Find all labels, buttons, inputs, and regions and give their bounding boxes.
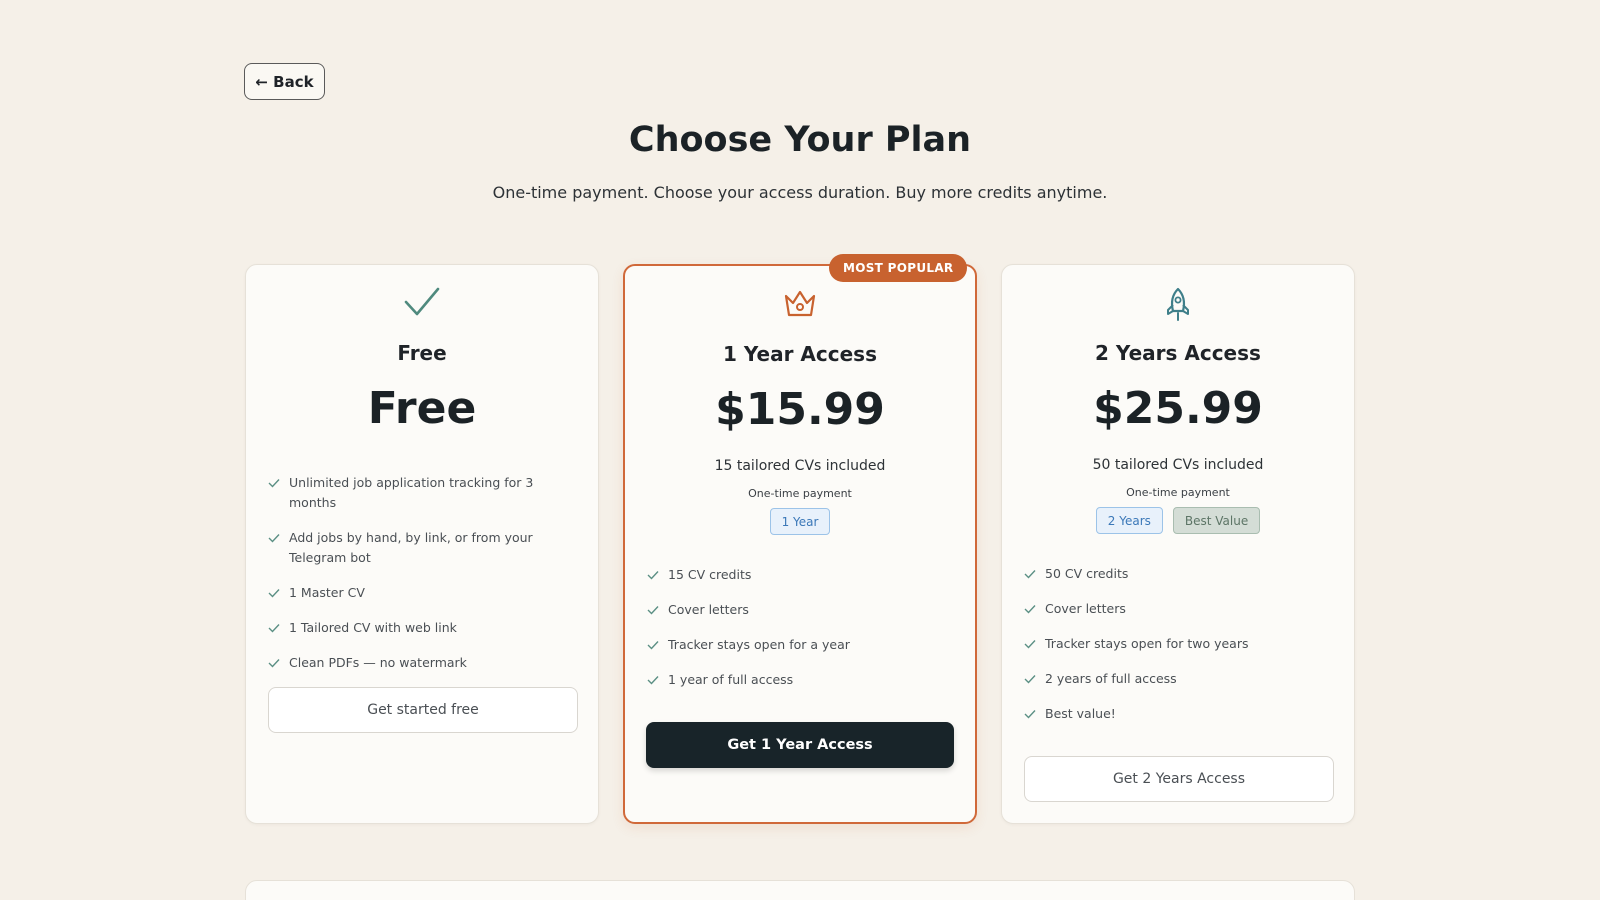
feature-item: Clean PDFs — no watermark xyxy=(268,653,578,673)
feature-item: Best value! xyxy=(1024,704,1334,724)
get-2-years-access-button[interactable]: Get 2 Years Access xyxy=(1024,756,1334,802)
feature-item: 1 year of full access xyxy=(647,670,955,690)
feature-item: 1 Master CV xyxy=(268,583,578,603)
feature-text: Cover letters xyxy=(668,602,749,617)
feature-text: Cover letters xyxy=(1045,601,1126,616)
feature-list: Unlimited job application tracking for 3… xyxy=(268,473,578,688)
feature-text: Add jobs by hand, by link, or from your … xyxy=(289,530,533,565)
check-icon xyxy=(647,565,661,585)
bottom-panel xyxy=(245,880,1355,900)
get-1-year-access-button[interactable]: Get 1 Year Access xyxy=(646,722,954,768)
plan-card-1-year: MOST POPULAR 1 Year Access $15.99 15 tai… xyxy=(623,254,977,824)
crown-icon xyxy=(625,288,975,320)
rocket-icon xyxy=(1002,287,1354,323)
plan-card-free: Free Free Unlimited job application trac… xyxy=(245,264,599,824)
get-started-free-button[interactable]: Get started free xyxy=(268,687,578,733)
feature-text: 1 Tailored CV with web link xyxy=(289,620,457,635)
plan-card-2-years: 2 Years Access $25.99 50 tailored CVs in… xyxy=(1001,264,1355,824)
check-icon xyxy=(268,653,282,673)
check-icon xyxy=(1024,564,1038,584)
check-icon xyxy=(1024,599,1038,619)
plan-tags: 2 Years Best Value xyxy=(1002,507,1354,534)
plan-credits: 15 tailored CVs included xyxy=(714,458,886,474)
feature-item: Unlimited job application tracking for 3… xyxy=(268,473,578,513)
duration-tag: 2 Years xyxy=(1095,507,1163,534)
feature-text: 50 CV credits xyxy=(1045,566,1129,581)
checkmark-icon xyxy=(246,287,598,317)
feature-item: Cover letters xyxy=(647,600,955,620)
feature-item: 1 Tailored CV with web link xyxy=(268,618,578,638)
feature-text: Tracker stays open for two years xyxy=(1045,636,1249,651)
plan-credits: 50 tailored CVs included xyxy=(1092,457,1264,473)
feature-list: 50 CV credits Cover letters Tracker stay… xyxy=(1024,564,1334,739)
plan-name: 1 Year Access xyxy=(723,342,877,366)
check-icon xyxy=(1024,704,1038,724)
feature-list: 15 CV credits Cover letters Tracker stay… xyxy=(647,565,955,705)
page-subtitle: One-time payment. Choose your access dur… xyxy=(492,183,1108,202)
check-icon xyxy=(647,600,661,620)
check-icon xyxy=(268,473,282,493)
feature-item: 50 CV credits xyxy=(1024,564,1334,584)
feature-text: 1 year of full access xyxy=(668,672,794,687)
most-popular-badge: MOST POPULAR xyxy=(829,254,968,282)
feature-item: 15 CV credits xyxy=(647,565,955,585)
plan-price: Free xyxy=(367,383,477,434)
check-icon xyxy=(268,618,282,638)
check-icon xyxy=(647,635,661,655)
plan-price: $15.99 xyxy=(715,384,885,435)
feature-text: Unlimited job application tracking for 3… xyxy=(289,475,534,510)
check-icon xyxy=(1024,669,1038,689)
feature-item: Cover letters xyxy=(1024,599,1334,619)
feature-text: Tracker stays open for a year xyxy=(668,637,850,652)
feature-text: 2 years of full access xyxy=(1045,671,1177,686)
feature-text: 15 CV credits xyxy=(668,567,752,582)
feature-item: Tracker stays open for two years xyxy=(1024,634,1334,654)
duration-tag: 1 Year xyxy=(769,508,831,535)
check-icon xyxy=(1024,634,1038,654)
plan-name: 2 Years Access xyxy=(1095,341,1261,365)
payment-type: One-time payment xyxy=(1126,486,1230,499)
best-value-tag: Best Value xyxy=(1172,507,1261,534)
feature-item: 2 years of full access xyxy=(1024,669,1334,689)
check-icon xyxy=(268,528,282,548)
feature-item: Tracker stays open for a year xyxy=(647,635,955,655)
check-icon xyxy=(647,670,661,690)
plan-name: Free xyxy=(397,341,447,365)
check-icon xyxy=(268,583,282,603)
feature-text: 1 Master CV xyxy=(289,585,365,600)
feature-text: Best value! xyxy=(1045,706,1116,721)
plan-price: $25.99 xyxy=(1093,383,1263,434)
page-title: Choose Your Plan xyxy=(628,120,972,160)
plan-tags: 1 Year xyxy=(625,508,975,535)
feature-item: Add jobs by hand, by link, or from your … xyxy=(268,528,578,568)
back-button[interactable]: ← Back xyxy=(244,63,325,100)
payment-type: One-time payment xyxy=(748,487,852,500)
feature-text: Clean PDFs — no watermark xyxy=(289,655,467,670)
